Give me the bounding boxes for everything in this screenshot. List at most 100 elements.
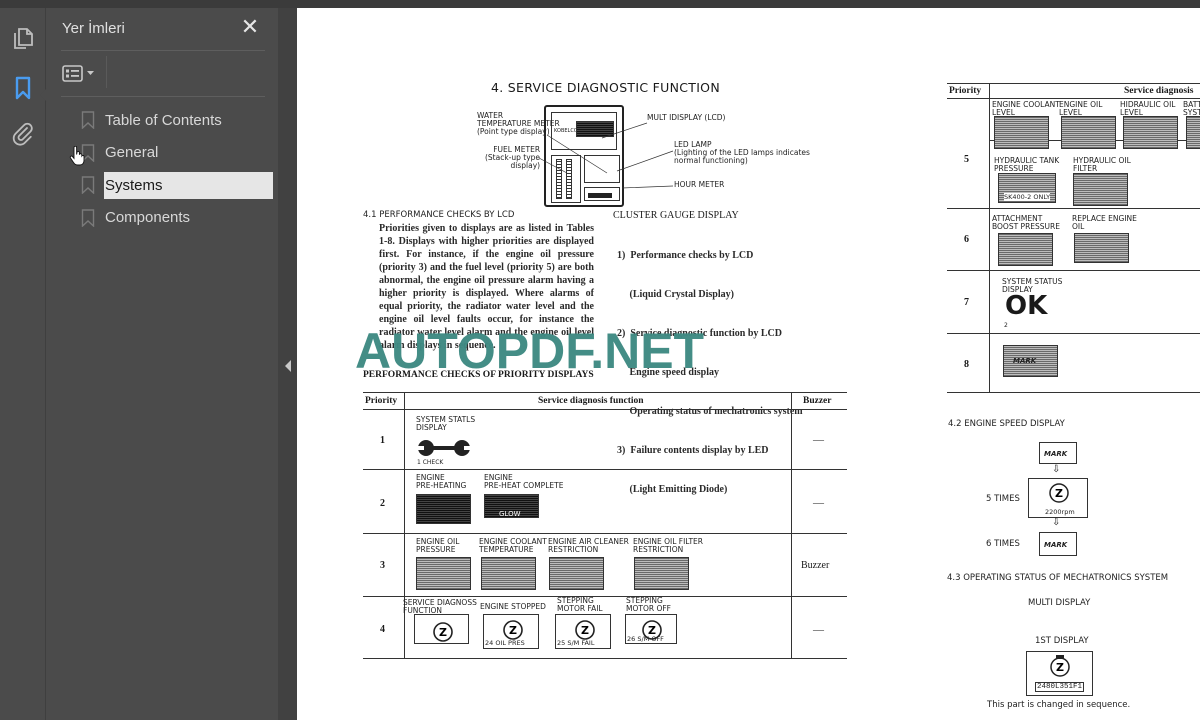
viewer-top-bar: [0, 0, 1200, 8]
priority-value: 2: [380, 498, 385, 509]
bookmarks-button[interactable]: [9, 74, 37, 102]
item-label: ENGINE AIR CLEANER RESTRICTION: [548, 537, 629, 554]
leader-lines: [538, 122, 674, 189]
oil-filter-icon: [634, 557, 689, 590]
section-heading: 4. SERVICE DIAGNOSTIC FUNCTION: [491, 80, 720, 95]
coolant-level-icon: [994, 116, 1049, 149]
buzzer-value: —: [813, 434, 824, 446]
priority-value: 5: [964, 154, 969, 165]
rpm-box: Z 2200rpm: [1028, 478, 1088, 518]
engine-z-icon: Z: [1049, 483, 1069, 503]
header-buzzer: Buzzer: [803, 396, 832, 406]
priority-value: 7: [964, 297, 969, 308]
engine-z-icon: Z: [1050, 655, 1070, 677]
svg-text:Z: Z: [439, 626, 447, 639]
cluster-title: CLUSTER GAUGE DISPLAY: [613, 210, 739, 221]
item-label: REPLACE ENGINE OIL: [1072, 214, 1137, 231]
priority-value: 6: [964, 234, 969, 245]
item-label: ENGINE OIL LEVEL: [1059, 100, 1103, 117]
cluster-line: 1) Performance checks by LCD: [617, 250, 754, 261]
item-label: ENGINE STOPPED: [480, 602, 546, 611]
pdf-page: 4. SERVICE DIAGNOSTIC FUNCTION KOBELCO W…: [297, 8, 1200, 720]
buzzer-value: —: [813, 624, 824, 636]
hydraulic-oil-level-icon: [1123, 116, 1178, 149]
mark-box-top: MARK: [1039, 442, 1077, 464]
mark-box-bottom: MARK: [1039, 532, 1077, 556]
item-label: ENGINE COOLANT LEVEL: [992, 100, 1060, 117]
section-4-2-title: 4.2 ENGINE SPEED DISPLAY: [948, 419, 1065, 429]
item-label: ENGINE PRE-HEAT COMPLETE: [484, 473, 564, 490]
item-label: ENGINE OIL FILTER RESTRICTION: [633, 537, 703, 554]
collapse-panel-handle[interactable]: [278, 8, 297, 720]
header-function: Service diagnosis function: [538, 396, 644, 406]
battery-system-icon: [1186, 116, 1200, 149]
item-label: SERVICE DIAGNOSS FUNCTION: [403, 598, 477, 615]
bookmark-label: Table of Contents: [105, 111, 222, 129]
oil-level-icon: [1061, 116, 1116, 149]
mark-text: MARK: [1044, 541, 1068, 549]
bookmark-item-systems[interactable]: Systems: [77, 169, 277, 202]
page-thumbnails-button[interactable]: [9, 24, 37, 52]
sequence-note: This part is changed in sequence.: [987, 700, 1131, 710]
priority-value: 1: [380, 435, 385, 446]
item-label: ATTACHMENT BOOST PRESSURE: [992, 214, 1060, 231]
ok-status-value: OK: [1005, 291, 1048, 321]
rpm-value: 2200rpm: [1045, 508, 1075, 516]
replace-oil-icon: [1074, 233, 1129, 263]
panel-pointer: [40, 88, 47, 102]
engine-z-icon: Z: [575, 620, 595, 640]
paperclip-icon: [12, 122, 33, 146]
bookmarks-panel: Yer İmleri ✕ Table of Contents General S…: [40, 8, 278, 720]
engine-z-icon: Z: [503, 620, 523, 640]
item-label: STEPPING MOTOR FAIL: [557, 596, 603, 613]
panel-title: Yer İmleri: [62, 20, 125, 37]
boost-pressure-icon: [998, 233, 1053, 266]
svg-text:Z: Z: [1056, 661, 1064, 674]
pages-copy-icon: [14, 28, 33, 49]
header-priority: Priority: [949, 86, 982, 96]
wrench-icon: [416, 440, 472, 456]
panel-divider: [61, 96, 265, 97]
item-label: HYDRAULIC TANK PRESSURE: [994, 156, 1060, 173]
priority-value: 8: [964, 359, 969, 370]
bookmark-item-table-of-contents[interactable]: Table of Contents: [77, 104, 277, 137]
header-function: Service diagnosis: [1124, 86, 1194, 96]
toolbar-separator: [106, 56, 107, 88]
bookmark-options-button[interactable]: [62, 62, 100, 84]
watermark: AUTOPDF.NET: [355, 323, 705, 379]
item-caption: SK400-2 ONLY: [1004, 193, 1051, 201]
svg-text:Z: Z: [509, 624, 517, 637]
air-cleaner-icon: [549, 557, 604, 590]
mark-text: MARK: [1013, 357, 1037, 365]
panel-divider: [61, 50, 265, 51]
item-label: ENGINE COOLANT TEMPERATURE: [479, 537, 547, 554]
item-caption: 2: [1004, 322, 1008, 329]
mark-text: MARK: [1044, 450, 1068, 458]
bookmark-icon: [81, 209, 95, 227]
bookmark-icon: [81, 111, 95, 130]
engine-z-icon: Z: [433, 622, 453, 642]
multi-display-label: MULTI DISPLAY: [1028, 598, 1091, 608]
bookmark-item-components[interactable]: Components: [77, 202, 277, 235]
buzzer-value: Buzzer: [801, 560, 830, 571]
close-icon[interactable]: ✕: [240, 16, 260, 38]
bookmark-item-general[interactable]: General: [77, 137, 277, 170]
caret-left-icon: [285, 360, 291, 372]
header-priority: Priority: [365, 396, 398, 406]
engine-z-icon: Z: [642, 620, 662, 640]
six-times-label: 6 TIMES: [986, 539, 1020, 549]
item-caption: 1 CHECK: [417, 459, 444, 466]
cluster-line: (Liquid Crystal Display): [617, 289, 734, 300]
item-label: ENGINE OIL PRESSURE: [416, 537, 460, 554]
svg-text:Z: Z: [648, 624, 656, 637]
item-label: BATTE SYSTE: [1183, 100, 1200, 117]
section-4-1-title: 4.1 PERFORMANCE CHECKS BY LCD: [363, 210, 515, 220]
item-caption: GLOW: [499, 510, 521, 518]
bookmark-icon: [15, 76, 31, 100]
bookmark-label: General: [105, 144, 159, 162]
item-label: SYSTEM STATLS DISPLAY: [416, 415, 476, 432]
arrow-down-icon: ⇩: [1052, 517, 1061, 528]
coolant-temp-icon: [481, 557, 536, 590]
hydraulic-oil-filter-icon: [1073, 173, 1128, 206]
attachments-button[interactable]: [9, 120, 37, 148]
